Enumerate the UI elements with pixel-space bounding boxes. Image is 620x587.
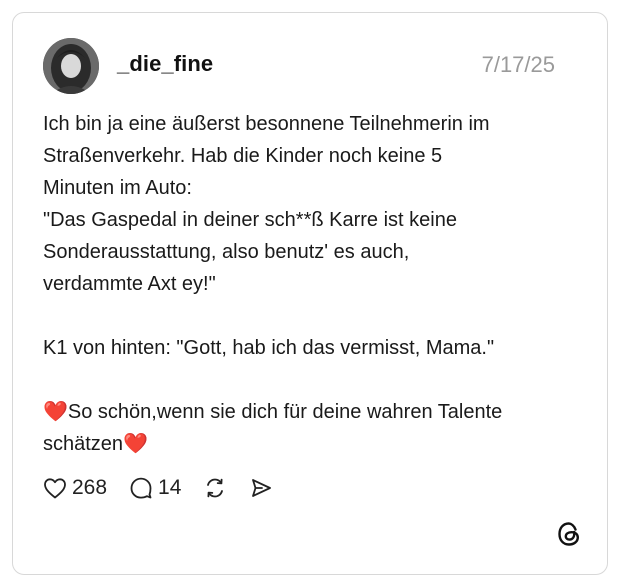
post-actions: 268 14 — [43, 474, 295, 502]
share-button[interactable] — [249, 476, 273, 500]
post-text-blank-line — [43, 364, 583, 396]
post-text-line: ❤️So schön,wenn sie dich für deine wahre… — [43, 401, 503, 423]
repost-icon — [203, 476, 227, 500]
comment-count: 14 — [158, 476, 182, 499]
post-text-line: K1 von hinten: "Gott, hab ich das vermis… — [43, 337, 495, 359]
like-button[interactable]: 268 — [43, 476, 107, 500]
post-text-line: Straßenverkehr. Hab die Kinder noch kein… — [43, 145, 443, 167]
post-date: 7/17/25 — [481, 52, 555, 77]
post-text-line: Ich bin ja eine äußerst besonnene Teilne… — [43, 113, 490, 135]
post-text-blank-line — [43, 300, 583, 332]
post-text: Ich bin ja eine äußerst besonnene Teilne… — [43, 108, 583, 460]
send-icon — [249, 476, 273, 500]
username[interactable]: _die_fine — [117, 51, 213, 77]
repost-button[interactable] — [203, 476, 227, 500]
post-text-line: verdammte Axt ey!" — [43, 273, 216, 295]
comment-bubble-icon — [129, 476, 153, 500]
post-text-line: schätzen❤️ — [43, 433, 148, 455]
like-count: 268 — [72, 476, 108, 499]
heart-icon — [43, 477, 67, 499]
post-text-line: Sonderausstattung, also benutz' es auch, — [43, 241, 410, 263]
threads-logo-icon — [555, 520, 583, 548]
avatar[interactable] — [43, 38, 99, 94]
post-text-line: Minuten im Auto: — [43, 177, 192, 199]
threads-post-card: _die_fine 7/17/25 Ich bin ja eine äußers… — [12, 12, 608, 575]
post-text-line: "Das Gaspedal in deiner sch**ß Karre ist… — [43, 209, 457, 231]
comment-button[interactable]: 14 — [129, 476, 181, 500]
